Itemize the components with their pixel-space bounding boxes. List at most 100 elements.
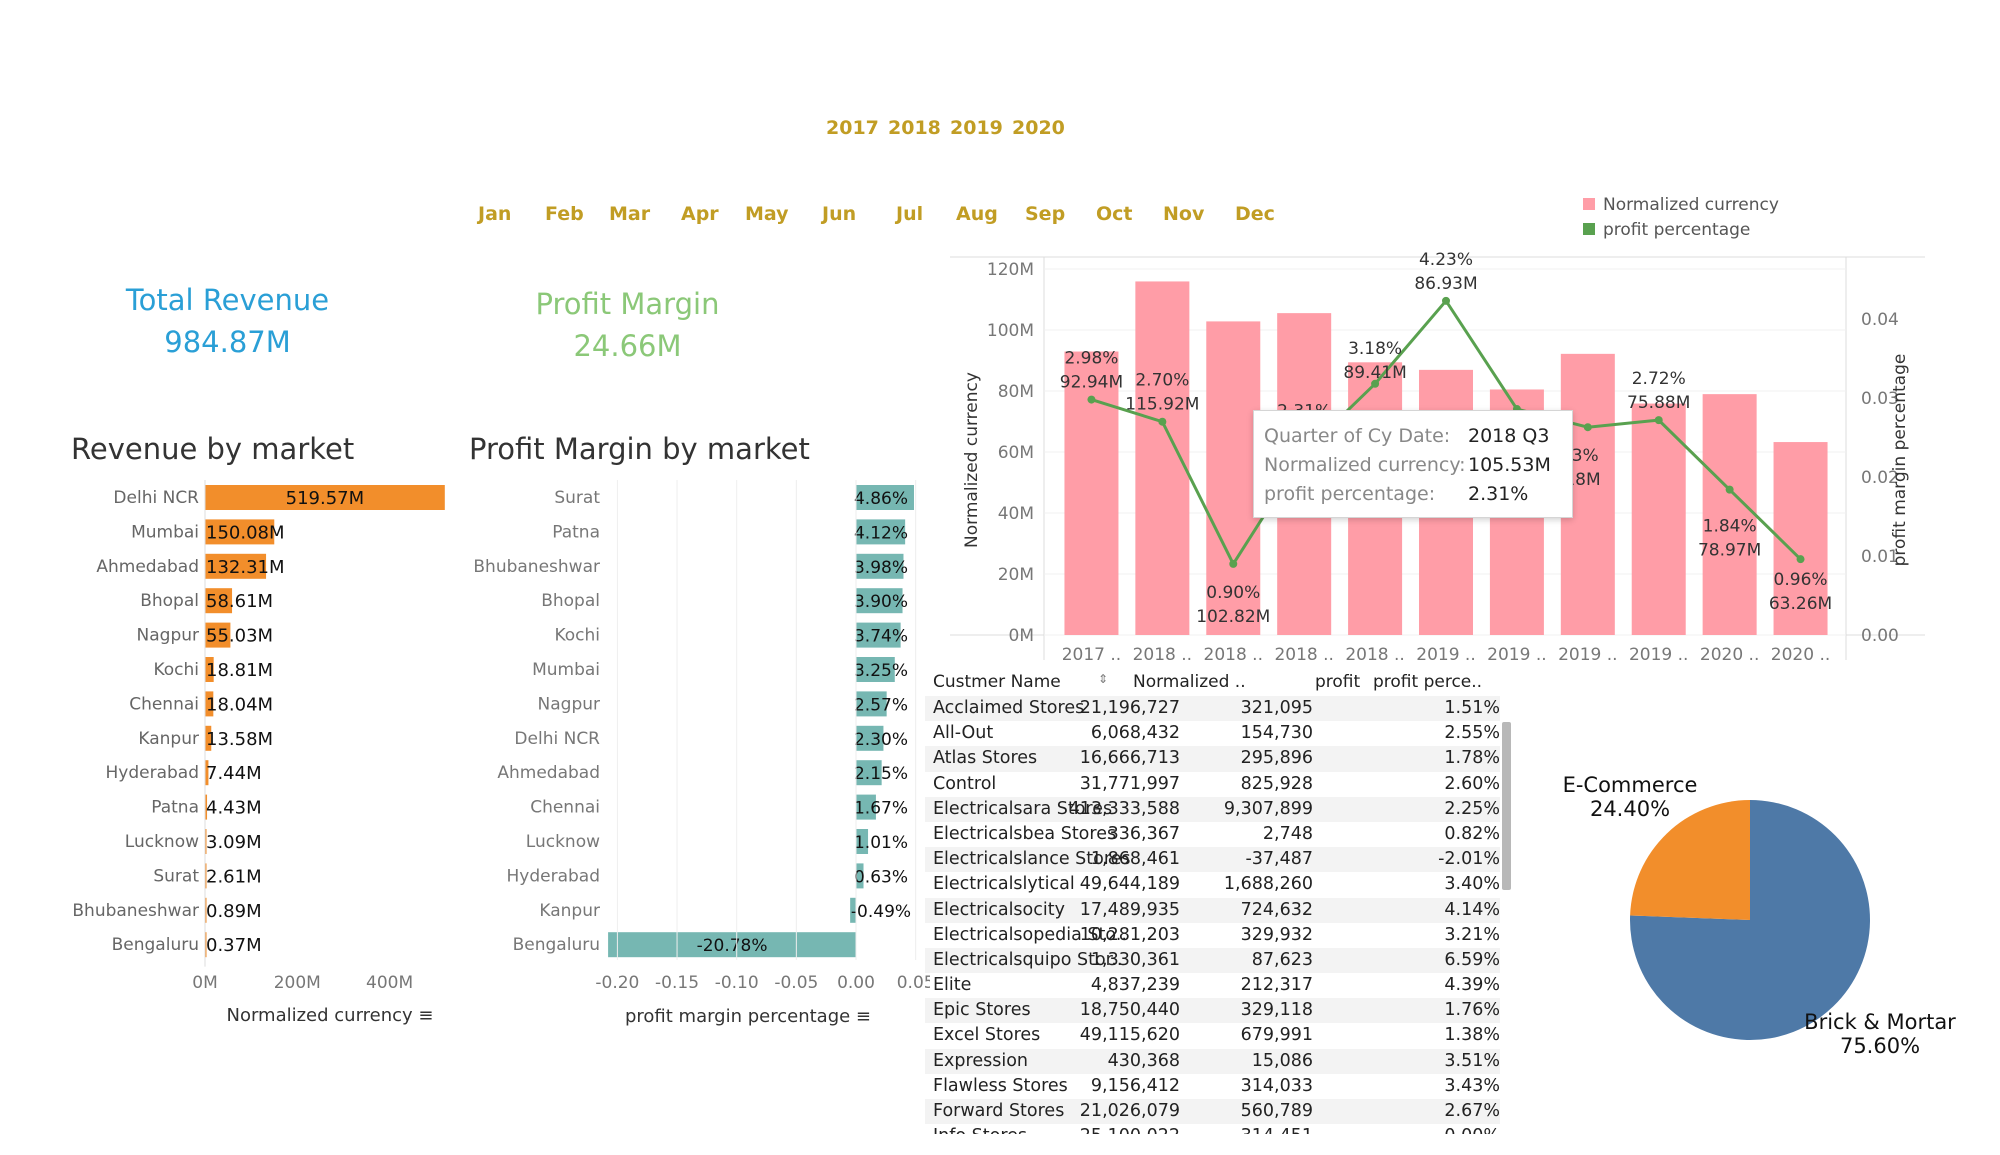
pm-bar-label: -0.49% [851,902,911,922]
pm-x-tick: 0.00 [837,973,875,993]
tooltip-value-currency: 105.53M [1468,454,1551,476]
cell-customer-name: Info Stores [933,1126,1027,1134]
combo-line-point [1158,417,1167,426]
pm-category-label: Chennai [530,798,600,818]
rev-category-label: Nagpur [137,626,199,646]
table-row[interactable]: Electricalsquipo Stor.. 1,330,361 87,623 6.… [925,947,1500,974]
header-profit[interactable]: profit [1315,672,1360,692]
header-profit-percentage[interactable]: profit perce.. [1373,672,1482,692]
cell-profit-percentage: 2.67% [1444,1101,1500,1121]
combo-point-label: 2.72% [1632,369,1686,389]
cell-normalized: 6,068,432 [1090,723,1180,744]
cell-profit-percentage: 3.21% [1444,924,1500,945]
cell-profit: 212,317 [1240,975,1313,996]
year-filter-2017[interactable]: 2017 [826,117,879,139]
combo-x-tick: 2020 .. [1771,645,1830,660]
rev-x-tick: 400M [366,973,413,993]
table-row[interactable]: Electricalslytical 49,644,189 1,688,260 3.4… [925,872,1500,897]
pie-label-ecommerce: E-Commerce 24.40% [1530,773,1730,821]
combo-point-label: 4.23% [1419,250,1473,270]
month-filter-may[interactable]: May [745,203,789,225]
cell-customer-name: Expression [933,1050,1028,1071]
pm-bar-label: 1.01% [854,833,908,853]
cell-profit-percentage: 1.51% [1444,698,1500,718]
pm-category-label: Patna [552,522,600,542]
year-filter-2018[interactable]: 2018 [888,117,941,139]
combo-point-label: 115.92M [1125,395,1199,415]
combo-x-tick: 2018 .. [1204,645,1263,660]
pm-bar-label: 2.15% [854,764,908,784]
table-row[interactable]: All-Out 6,068,432 154,730 2.55% [925,721,1500,746]
cell-profit: 679,991 [1240,1025,1313,1046]
month-filter-jun[interactable]: Jun [822,203,856,225]
cell-profit-percentage: 1.38% [1444,1025,1500,1046]
year-filter-2020[interactable]: 2020 [1012,117,1065,139]
profit-by-market-title: Profit Margin by market [469,432,810,466]
table-row[interactable]: Electricalsocity 17,489,935 724,632 4.14% [925,897,1500,923]
table-row[interactable]: Epic Stores 18,750,440 329,118 1.76% [925,998,1500,1024]
table-row[interactable]: Atlas Stores 16,666,713 295,896 1.78% [925,746,1500,772]
cell-profit: 329,118 [1240,1000,1313,1021]
pm-category-label: Mumbai [532,660,600,680]
rev-bar-label: 4.43M [206,798,262,819]
rev-bar-label: 3.09M [206,832,262,853]
combo-bar [1702,394,1757,635]
month-filter-feb[interactable]: Feb [545,203,584,225]
cell-customer-name: All-Out [933,723,994,744]
sort-icon[interactable]: ⇕ [1098,672,1108,686]
pm-x-tick: -0.10 [715,973,759,993]
cell-profit-percentage: 2.25% [1444,798,1500,819]
combo-line-point [1796,555,1805,564]
rev-bar-label: 58.61M [206,591,273,612]
pie-label-ecommerce-value: 24.40% [1589,797,1671,821]
table-row[interactable]: Expression 430,368 15,086 3.51% [925,1048,1500,1074]
combo-y2-tick: 0.00 [1861,626,1899,646]
pie-label-brick-mortar: Brick & Mortar 75.60% [1780,1010,1980,1058]
table-row[interactable]: Info Stores 25,100,022 314,451 0.00% [925,1124,1500,1134]
rev-category-label: Mumbai [131,522,199,542]
rev-bar-label: 55.03M [206,626,273,647]
table-scrollbar[interactable] [1502,722,1511,890]
table-row[interactable]: Control 31,771,997 825,928 2.60% [925,772,1500,797]
combo-y-tick: 20M [998,565,1034,585]
pm-category-label: Kochi [554,626,600,646]
cell-profit-percentage: 1.78% [1444,748,1500,769]
table-row[interactable]: Flawless Stores 9,156,412 314,033 3.43% [925,1074,1500,1099]
header-normalized[interactable]: Normalized .. [1133,672,1246,692]
month-filter-apr[interactable]: Apr [681,203,719,225]
cell-customer-name: Electricalsocity [933,899,1065,920]
cell-profit: 724,632 [1240,899,1313,920]
table-row[interactable]: Electricalsopedia Sto.. 10,281,203 329,932… [925,923,1500,948]
header-customer-name[interactable]: Custmer Name [933,672,1061,692]
rev-bar-label: 0.37M [206,935,262,956]
year-filter-2019[interactable]: 2019 [950,117,1003,139]
cell-profit-percentage: 2.55% [1444,723,1500,744]
table-row[interactable]: Electricalsara Stores 413,333,588 9,307,89… [925,796,1500,822]
rev-x-tick: 200M [274,973,321,993]
combo-point-label: 0.90% [1206,583,1260,603]
combo-line-point [1654,416,1663,425]
table-row[interactable]: Electricalslance Stores 1,868,461 -37,487-… [925,847,1500,873]
combo-point-label: 78.97M [1698,541,1761,561]
month-filter-jan[interactable]: Jan [478,203,511,225]
combo-point-label: 2.70% [1135,371,1189,391]
table-row[interactable]: Excel Stores 49,115,620 679,991 1.38% [925,1023,1500,1048]
cell-customer-name: Forward Stores [933,1101,1065,1121]
cell-normalized: 10,281,203 [1079,924,1180,945]
table-row[interactable]: Elite 4,837,239 212,317 4.39% [925,973,1500,998]
table-row[interactable]: Acclaimed Stores 21,196,727 321,095 1.51% [925,696,1500,722]
combo-line-point [1442,296,1450,305]
combo-line-point [1725,485,1734,494]
pm-category-label: Bhopal [541,591,600,611]
month-filter-mar[interactable]: Mar [609,203,650,225]
tooltip-value-profit: 2.31% [1468,483,1529,505]
pm-bar-label: 0.63% [854,867,908,887]
cell-profit: 15,086 [1251,1050,1313,1071]
combo-point-label: 92.94M [1060,373,1123,393]
pm-category-label: Hyderabad [507,866,601,886]
rev-category-label: Surat [153,866,199,886]
month-filter-jul[interactable]: Jul [896,203,923,225]
table-row[interactable]: Forward Stores 21,026,079 560,789 2.67% [925,1099,1500,1125]
table-row[interactable]: Electricalsbea Stores 336,367 2,748 0.82% [925,822,1500,847]
pie-label-ecommerce-name: E-Commerce [1562,773,1698,797]
